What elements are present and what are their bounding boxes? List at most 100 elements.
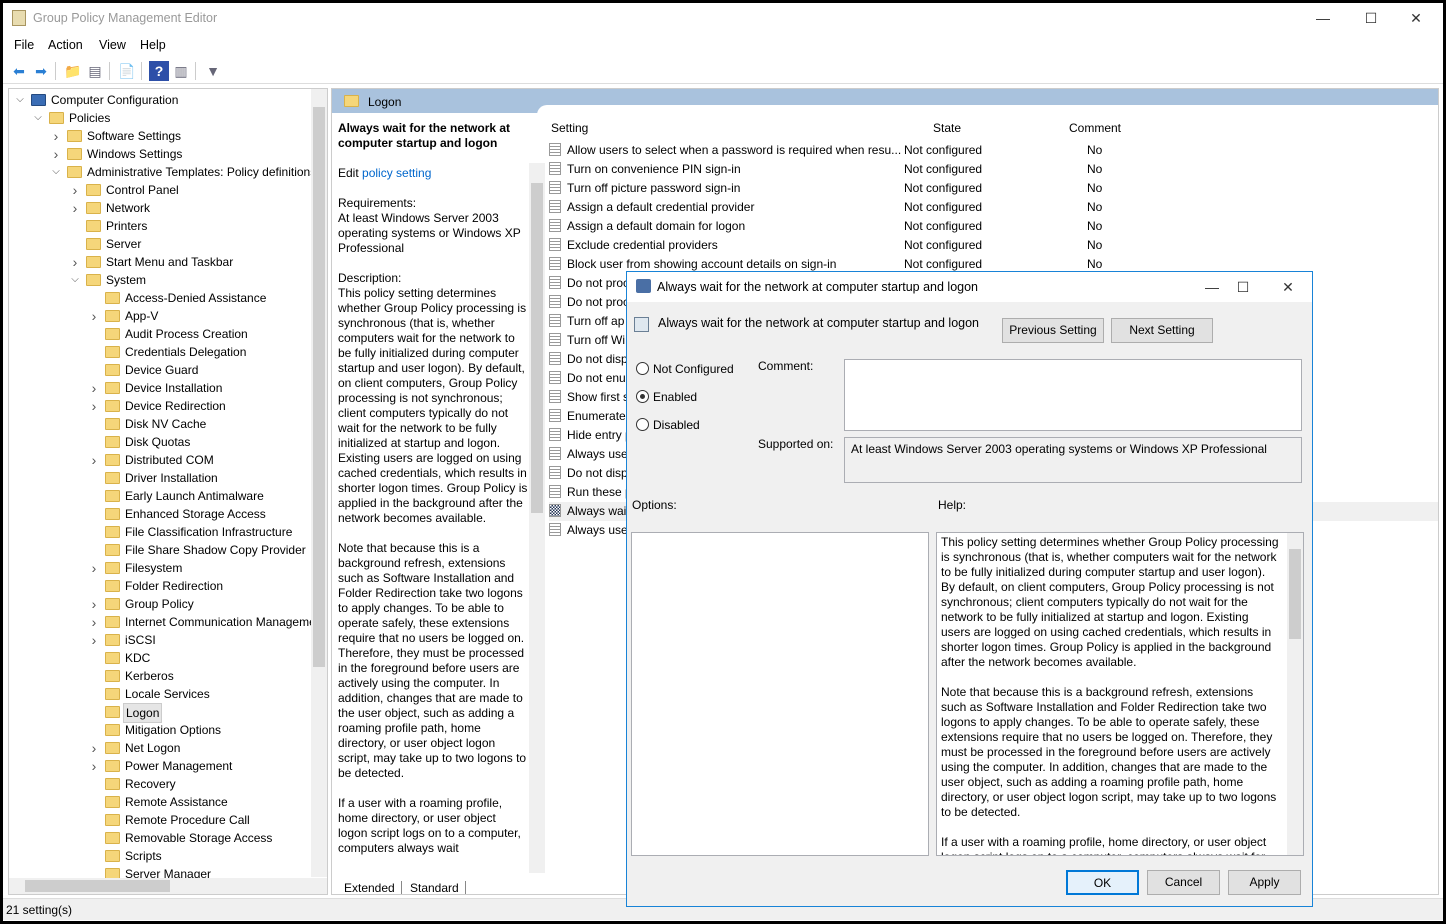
setting-row[interactable]: Exclude credential providers Not configur… [549,236,1438,255]
tree-item[interactable]: › Network [9,199,309,217]
next-setting-button[interactable]: Next Setting [1111,318,1213,343]
radio-button[interactable] [636,390,649,403]
tree-item[interactable]: Kerberos [9,667,309,685]
chevron-right-icon[interactable]: › [89,613,99,631]
tree-item[interactable]: › Device Installation [9,379,309,397]
back-arrow-icon[interactable]: ⬅ [9,61,29,81]
tree-item[interactable]: Disk NV Cache [9,415,309,433]
tree-item[interactable]: Early Launch Antimalware [9,487,309,505]
menu-file[interactable]: File [14,38,34,52]
tree-item[interactable]: Disk Quotas [9,433,309,451]
tab-extended[interactable]: Extended [338,881,402,894]
radio-enabled[interactable]: Enabled [636,390,697,404]
chevron-right-icon[interactable]: › [89,595,99,613]
cancel-button[interactable]: Cancel [1147,870,1220,895]
tree-item[interactable]: Audit Process Creation [9,325,309,343]
tree-item[interactable]: Remote Assistance [9,793,309,811]
tree-item[interactable]: Removable Storage Access [9,829,309,847]
comment-textarea[interactable] [844,359,1302,431]
chevron-right-icon[interactable]: › [89,559,99,577]
radio-not-configured[interactable]: Not Configured [636,362,734,376]
help-scrollbar[interactable] [1287,533,1303,855]
ok-button[interactable]: OK [1066,870,1139,895]
chevron-down-icon[interactable]: ⌵ [70,271,80,289]
tree-item[interactable]: › Windows Settings [9,145,309,163]
chevron-right-icon[interactable]: › [89,397,99,415]
policy-setting-link[interactable]: policy setting [362,166,431,180]
tree-item[interactable]: › Software Settings [9,127,309,145]
tree-item[interactable]: Locale Services [9,685,309,703]
tree-item[interactable]: ⌵ Computer Configuration [9,91,309,109]
tree-item[interactable]: › Net Logon [9,739,309,757]
chevron-right-icon[interactable]: › [70,253,80,271]
tree-item[interactable]: Access-Denied Assistance [9,289,309,307]
tree-item[interactable]: › Filesystem [9,559,309,577]
setting-row[interactable]: Assign a default domain for logon Not con… [549,217,1438,236]
apply-button[interactable]: Apply [1228,870,1301,895]
tree-item[interactable]: Mitigation Options [9,721,309,739]
tree-item[interactable]: Remote Procedure Call [9,811,309,829]
menu-action[interactable]: Action [48,38,83,52]
tree-item[interactable]: ⌵ System [9,271,309,289]
tree-item[interactable]: Recovery [9,775,309,793]
chevron-down-icon[interactable]: ⌵ [33,109,43,127]
scrollbar-thumb[interactable] [313,107,325,667]
chevron-right-icon[interactable]: › [89,739,99,757]
chevron-right-icon[interactable]: › [89,307,99,325]
tree-item[interactable]: › Device Redirection [9,397,309,415]
tree-item[interactable]: ⌵ Policies [9,109,309,127]
radio-button[interactable] [636,362,649,375]
chevron-down-icon[interactable]: ⌵ [51,163,61,181]
chevron-right-icon[interactable]: › [51,145,61,163]
menu-view[interactable]: View [99,38,126,52]
show-hide-action-pane-icon[interactable]: ▥ [171,61,191,81]
tree-item[interactable]: › Power Management [9,757,309,775]
column-header-setting[interactable]: Setting [551,121,588,135]
up-folder-icon[interactable]: 📁 [63,61,83,81]
dialog-close-button[interactable]: ✕ [1273,276,1303,298]
scrollbar-thumb[interactable] [1289,549,1301,639]
tree-item[interactable]: Server [9,235,309,253]
minimize-button[interactable]: — [1308,7,1338,29]
chevron-right-icon[interactable]: › [51,127,61,145]
dialog-maximize-button[interactable]: ☐ [1228,276,1258,298]
tree-item[interactable]: › Group Policy [9,595,309,613]
show-hide-tree-icon[interactable]: ▤ [85,61,105,81]
dialog-minimize-button[interactable]: — [1197,276,1227,298]
tree-item[interactable]: File Share Shadow Copy Provider [9,541,309,559]
tab-standard[interactable]: Standard [404,881,466,894]
tree-item[interactable]: › Start Menu and Taskbar [9,253,309,271]
column-header-comment[interactable]: Comment [1069,121,1121,135]
tree-item[interactable]: File Classification Infrastructure [9,523,309,541]
tree-item[interactable]: › Internet Communication Management [9,613,326,631]
tree-item[interactable]: Logon [9,703,309,723]
scrollbar-thumb[interactable] [531,183,543,513]
description-scrollbar[interactable] [529,163,545,873]
filter-icon[interactable]: ▼ [203,61,223,81]
tree-item[interactable]: Scripts [9,847,309,865]
help-icon[interactable]: ? [149,61,169,81]
tree-item[interactable]: ⌵ Administrative Templates: Policy defini… [9,163,316,181]
export-list-icon[interactable]: 📄 [117,61,137,81]
tree-vertical-scrollbar[interactable] [311,89,327,877]
setting-row[interactable]: Assign a default credential provider Not … [549,198,1438,217]
menu-help[interactable]: Help [140,38,166,52]
tree-item[interactable]: KDC [9,649,309,667]
chevron-right-icon[interactable]: › [89,451,99,469]
setting-row[interactable]: Allow users to select when a password is… [549,141,1438,160]
radio-button[interactable] [636,418,649,431]
setting-row[interactable]: Turn on convenience PIN sign-in Not confi… [549,160,1438,179]
tree-item[interactable]: Folder Redirection [9,577,309,595]
tree-item[interactable]: Enhanced Storage Access [9,505,309,523]
tree-item[interactable]: › Distributed COM [9,451,309,469]
tree-item[interactable]: Printers [9,217,309,235]
previous-setting-button[interactable]: Previous Setting [1002,318,1104,343]
chevron-down-icon[interactable]: ⌵ [15,91,25,109]
setting-row[interactable]: Turn off picture password sign-in Not con… [549,179,1438,198]
chevron-right-icon[interactable]: › [89,631,99,649]
maximize-button[interactable]: ☐ [1356,7,1386,29]
close-button[interactable]: ✕ [1401,7,1431,29]
tree-item[interactable]: › App-V [9,307,309,325]
tree-item[interactable]: › iSCSI [9,631,309,649]
chevron-right-icon[interactable]: › [70,199,80,217]
